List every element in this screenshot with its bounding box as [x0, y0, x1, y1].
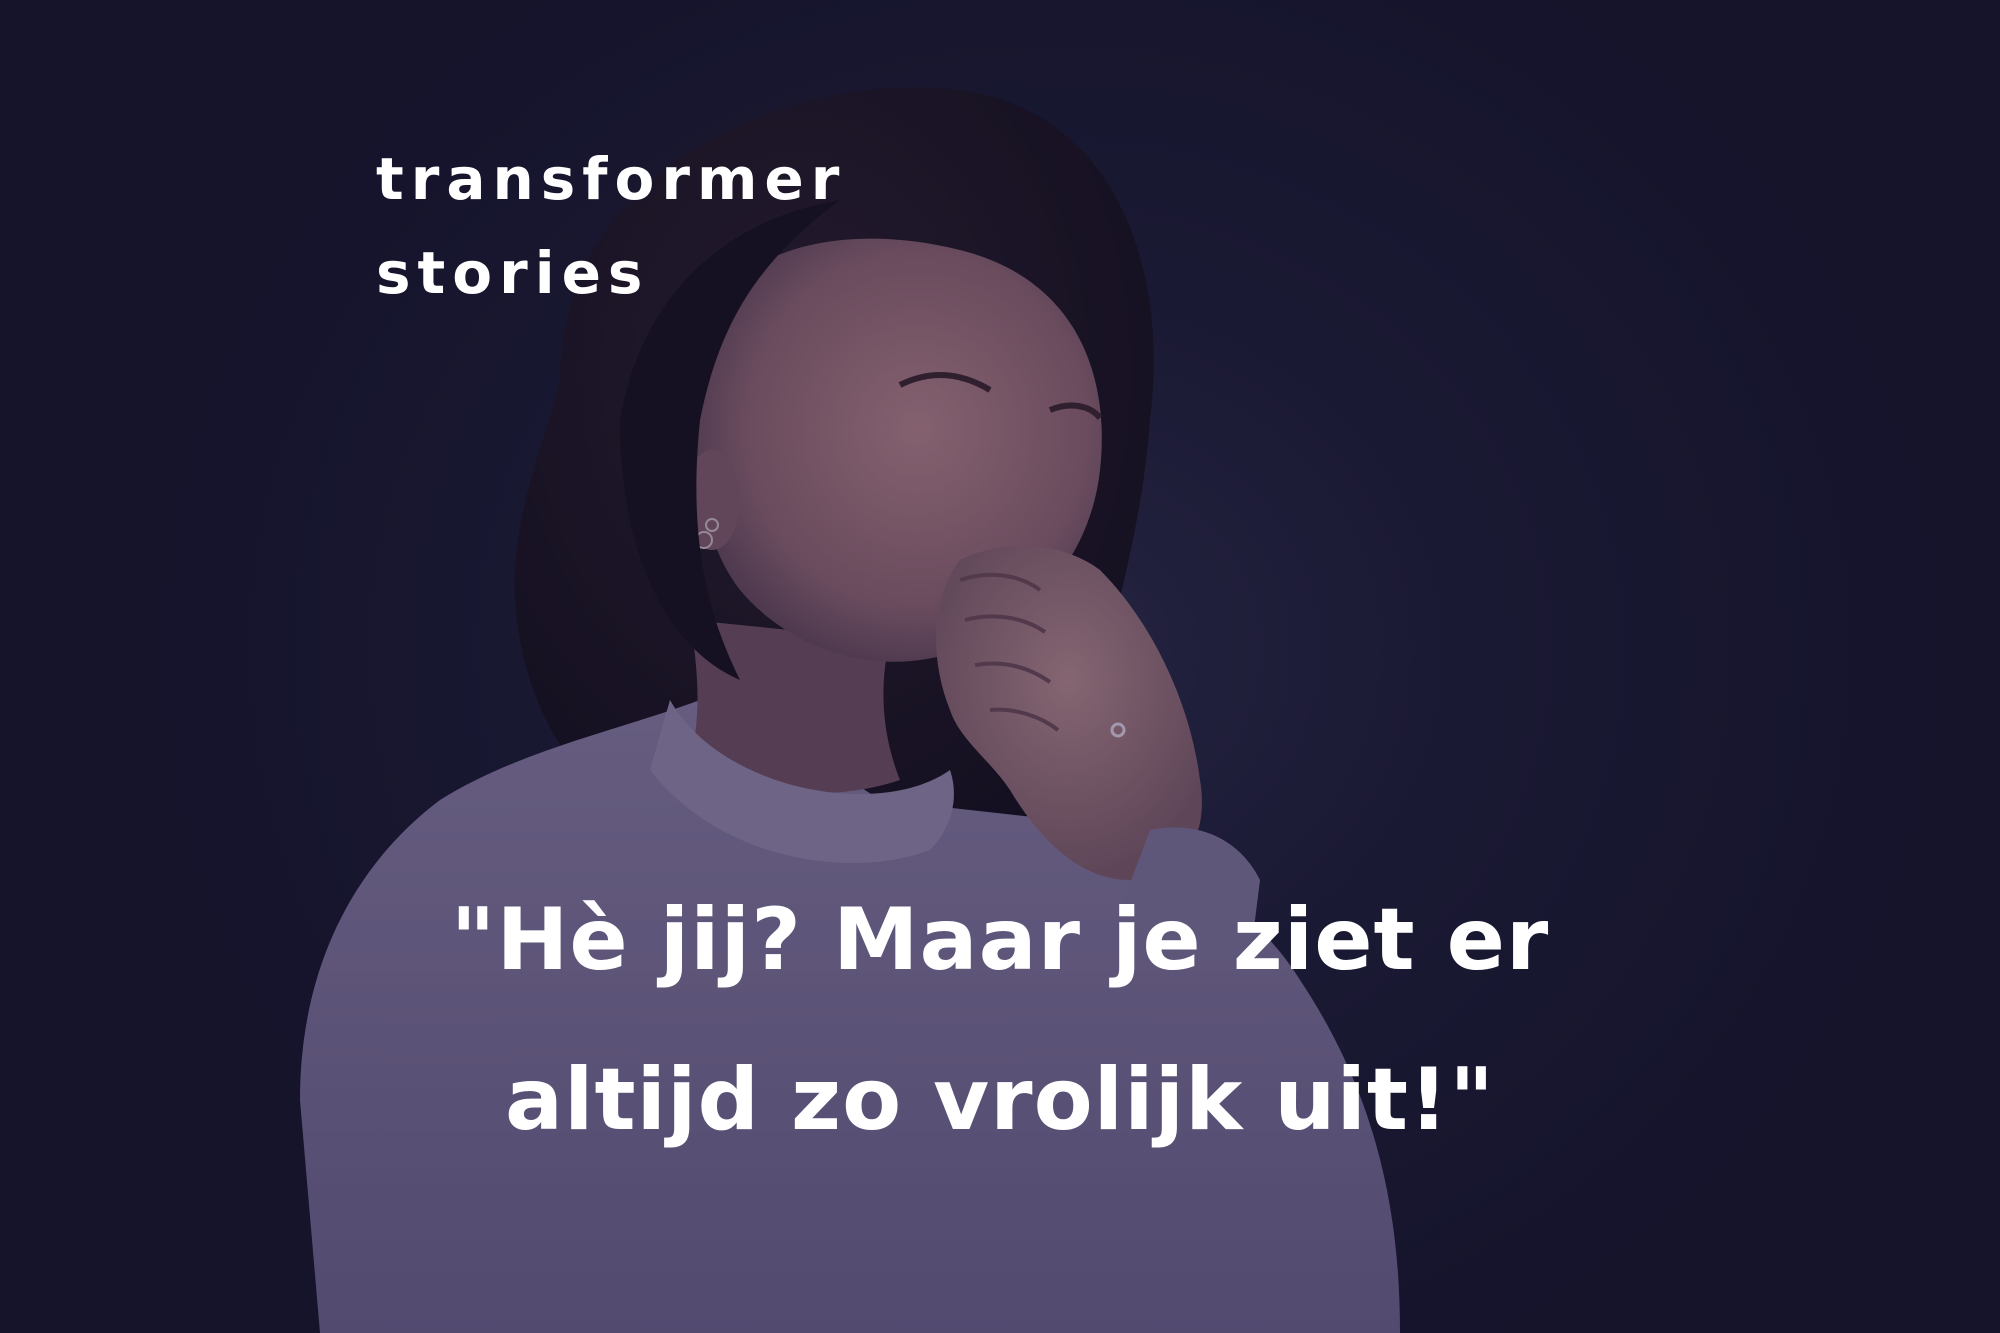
quote-text: "Hè jij? Maar je ziet er altijd zo vroli…	[330, 860, 1670, 1180]
brand-logo-text: transformer stories	[376, 132, 846, 320]
brand-line-1: transformer	[376, 145, 847, 213]
brand-line-2: stories	[376, 239, 650, 307]
quote-line-2: altijd zo vrolijk uit!"	[504, 1050, 1496, 1150]
image-canvas: transformer stories "Hè jij? Maar je zie…	[0, 0, 2000, 1333]
quote-line-1: "Hè jij? Maar je ziet er	[450, 890, 1550, 990]
